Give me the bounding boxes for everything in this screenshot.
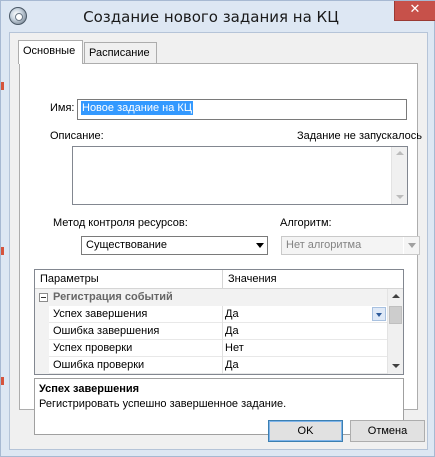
edge-marker <box>1 247 4 255</box>
param-name: Ошибка проверки <box>53 359 145 371</box>
cell-divider <box>222 340 223 357</box>
value-dropdown-button[interactable] <box>372 307 386 321</box>
method-label: Метод контроля ресурсов: <box>53 217 188 229</box>
name-input[interactable]: Новое задание на КЦ <box>77 99 407 120</box>
param-name: Ошибка завершения <box>53 325 160 337</box>
algorithm-select: Нет алгоритма <box>281 236 420 255</box>
scroll-down-icon[interactable] <box>396 195 404 199</box>
ok-button[interactable]: OK <box>268 420 343 442</box>
row-gutter <box>35 306 49 323</box>
algorithm-label: Алгоритм: <box>280 217 332 229</box>
close-button[interactable]: ✕ <box>394 1 435 21</box>
row-gutter <box>35 357 49 374</box>
row-gutter <box>35 323 49 340</box>
chevron-down-icon <box>408 243 416 248</box>
collapse-icon[interactable] <box>39 293 48 302</box>
param-value[interactable]: Да <box>225 359 239 371</box>
scroll-up-icon[interactable] <box>392 294 400 298</box>
column-header-values[interactable]: Значения <box>228 273 277 285</box>
scrollbar-thumb[interactable] <box>389 306 402 324</box>
cell-divider <box>222 357 223 374</box>
description-scrollbar[interactable] <box>391 147 407 204</box>
table-row[interactable]: Успех проверки Нет <box>35 340 387 357</box>
param-name: Успех проверки <box>53 342 133 354</box>
edge-marker <box>1 82 4 90</box>
table-row[interactable]: Успех завершения Да <box>35 306 387 323</box>
category-label: Регистрация событий <box>53 291 173 303</box>
table-row[interactable]: Ошибка завершения Да <box>35 323 387 340</box>
window-title: Создание нового задания на КЦ <box>83 8 339 26</box>
method-dropdown-button[interactable] <box>251 237 267 254</box>
param-value[interactable]: Нет <box>225 342 244 354</box>
column-header-params[interactable]: Параметры <box>40 273 99 285</box>
table-row[interactable]: Ошибка проверки Да <box>35 357 387 374</box>
method-select[interactable]: Существование <box>81 236 268 255</box>
scroll-down-icon[interactable] <box>392 364 400 368</box>
grid-body: Регистрация событий Успех завершения Да … <box>35 289 387 374</box>
property-description-title: Успех завершения <box>39 383 140 395</box>
name-label: Имя: <box>50 102 75 114</box>
tab-general[interactable]: Основные <box>18 40 83 64</box>
property-description-panel: Успех завершения Регистрировать успешно … <box>34 378 404 435</box>
property-description-text: Регистрировать успешно завершенное задан… <box>39 398 287 410</box>
description-label: Описание: <box>50 130 104 142</box>
cell-divider <box>222 323 223 340</box>
scroll-up-icon[interactable] <box>396 151 404 155</box>
name-input-value: Новое задание на КЦ <box>81 101 193 115</box>
dialog-window: Создание нового задания на КЦ ✕ Основные… <box>0 0 435 457</box>
app-gear-icon <box>9 7 27 25</box>
column-divider[interactable] <box>222 270 223 289</box>
tab-panel-general: Имя: Новое задание на КЦ Описание: Задан… <box>19 63 422 435</box>
tab-schedule[interactable]: Расписание <box>84 42 157 63</box>
row-gutter <box>35 340 49 357</box>
param-value[interactable]: Да <box>225 308 239 320</box>
title-bar: Создание нового задания на КЦ ✕ <box>1 1 435 32</box>
edge-marker <box>1 377 4 385</box>
description-textarea[interactable] <box>72 146 408 205</box>
param-value[interactable]: Да <box>225 325 239 337</box>
chevron-down-icon <box>376 313 382 317</box>
grid-header: Параметры Значения <box>35 270 403 289</box>
cancel-button[interactable]: Отмена <box>350 420 425 442</box>
grid-category-row[interactable]: Регистрация событий <box>35 289 387 306</box>
cell-divider <box>222 306 223 323</box>
dialog-client-area: Основные Расписание Имя: Новое задание н… <box>9 32 428 450</box>
grid-scrollbar[interactable] <box>387 289 403 374</box>
parameters-grid: Параметры Значения Регистрация событий У… <box>34 269 404 375</box>
algorithm-dropdown-button <box>403 237 419 254</box>
task-status-text: Задание не запускалось <box>297 130 422 142</box>
chevron-down-icon <box>256 243 264 248</box>
algorithm-select-value: Нет алгоритма <box>286 239 362 251</box>
param-name: Успех завершения <box>53 308 148 320</box>
left-edge <box>1 32 9 450</box>
method-select-value: Существование <box>86 239 168 251</box>
